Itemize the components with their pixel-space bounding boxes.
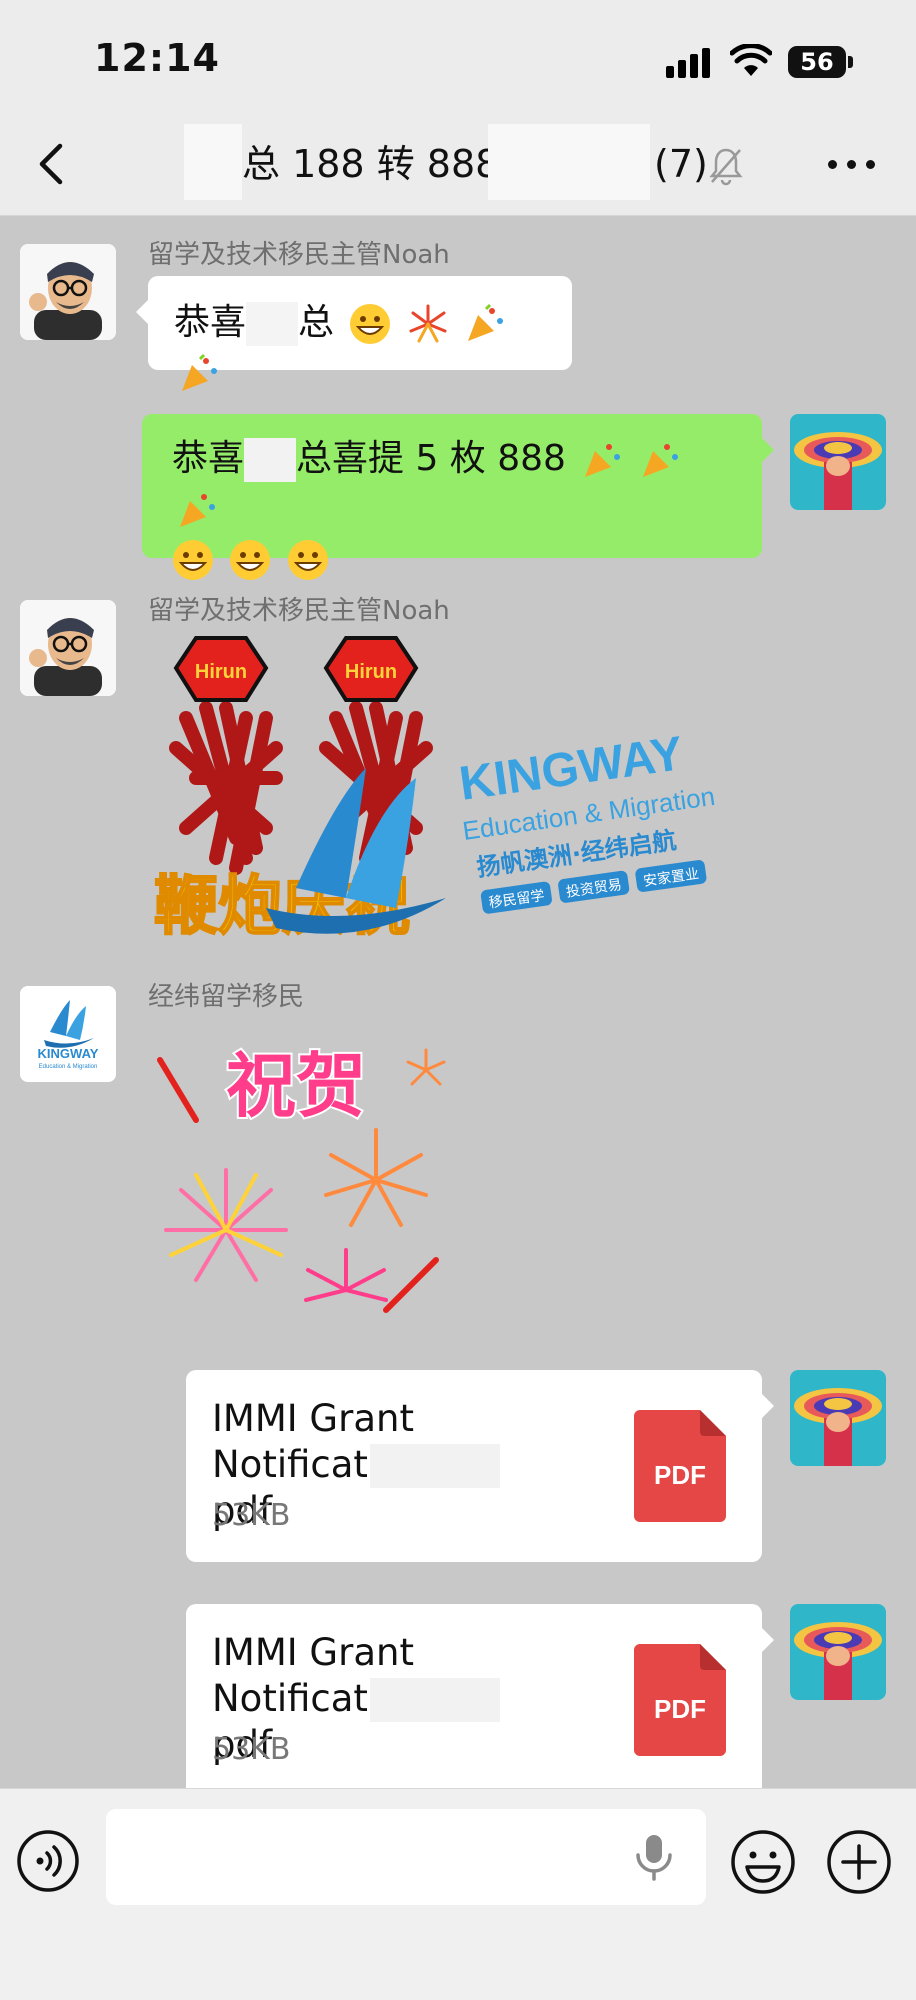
message-text: 总喜提 5 枚 888	[296, 438, 566, 479]
party-popper-emoji-icon	[182, 353, 217, 391]
input-bar	[0, 1788, 916, 2000]
message-text: 恭喜	[172, 438, 245, 479]
add-attachment-button[interactable]	[826, 1829, 892, 1895]
chat-title[interactable]: 总 188 转 888	[242, 136, 499, 192]
sender-name: 经纬留学移民	[148, 982, 305, 1012]
grinning-emoji-icon	[350, 304, 391, 344]
message-text: 总	[298, 302, 335, 343]
filename-redaction	[370, 1678, 500, 1722]
bubble-tail	[762, 1628, 774, 1652]
name-redaction	[246, 302, 299, 346]
sticker-badge-text: Hirun	[345, 661, 397, 683]
battery-indicator: 56	[788, 46, 846, 78]
back-button[interactable]	[26, 136, 82, 192]
avatar-noah[interactable]	[20, 244, 116, 340]
pdf-label: PDF	[654, 1460, 706, 1490]
file-size: 53KB	[212, 1498, 291, 1533]
filename-redaction	[370, 1444, 500, 1488]
portrait-avatar-icon	[790, 1370, 886, 1466]
message-input[interactable]	[106, 1809, 706, 1905]
sender-name: 留学及技术移民主管Noah	[148, 596, 450, 626]
pdf-label: PDF	[654, 1694, 706, 1724]
avatar-noah[interactable]	[20, 600, 116, 696]
party-popper-emoji-icon	[180, 494, 215, 527]
party-popper-emoji-icon	[642, 444, 678, 477]
grinning-emoji-icon	[230, 540, 271, 580]
voice-mode-button[interactable]	[16, 1829, 80, 1893]
bubble-tail	[136, 300, 148, 324]
bubble-tail	[762, 438, 774, 462]
wifi-icon	[730, 44, 772, 76]
memoji-avatar-icon	[20, 244, 116, 340]
congratulations-sticker[interactable]: 祝贺	[146, 1030, 466, 1330]
file-name-line: IMMI Grant	[212, 1397, 414, 1440]
bubble-tail	[762, 1394, 774, 1418]
battery-cap	[848, 56, 853, 68]
title-redaction	[488, 124, 650, 200]
portrait-avatar-icon	[790, 414, 886, 510]
grinning-emoji-icon	[173, 540, 213, 580]
sender-name: 留学及技术移民主管Noah	[148, 240, 450, 270]
emoji-button[interactable]	[730, 1829, 796, 1895]
file-message[interactable]: IMMI Grant Notificati...pdf 53KB PDF	[186, 1604, 774, 1788]
status-time: 12:14	[94, 36, 220, 80]
file-message[interactable]: IMMI Grant Notificati...pdf 53KB PDF	[186, 1370, 774, 1562]
sticker-caption: 祝贺	[226, 1045, 366, 1127]
avatar-me[interactable]	[790, 414, 886, 510]
pdf-file-icon: PDF	[634, 1410, 726, 1522]
kingway-logo-subtext: Education & Migration	[39, 1064, 98, 1070]
party-popper-emoji-icon	[468, 303, 504, 341]
grinning-emoji-icon	[287, 540, 328, 580]
chat-header: 总 188 转 888 (7)	[0, 112, 916, 216]
fireworks-emoji-icon	[409, 304, 447, 343]
kingway-logo-icon: KINGWAY Education & Migration	[20, 986, 116, 1082]
message-bubble-sent[interactable]: 恭喜 总喜提 5 枚 888	[142, 414, 774, 580]
sticker-badge-text: Hirun	[195, 661, 247, 683]
firecracker-sticker[interactable]: Hirun Hirun 鞭炮庆祝 KINGWAY Education & Mig…	[146, 628, 726, 948]
microphone-icon[interactable]	[632, 1833, 676, 1881]
pdf-file-icon: PDF	[634, 1644, 726, 1756]
memoji-avatar-icon	[20, 600, 116, 696]
message-text: 恭喜	[174, 302, 247, 343]
name-redaction	[244, 438, 297, 482]
avatar-me[interactable]	[790, 1370, 886, 1466]
member-count: (7)	[654, 142, 708, 186]
avatar-me[interactable]	[790, 1604, 886, 1700]
kingway-logo-text: KINGWAY	[38, 1046, 99, 1061]
party-popper-emoji-icon	[585, 444, 621, 477]
message-bubble[interactable]: 恭喜 总	[136, 276, 572, 391]
title-redaction	[184, 124, 242, 200]
avatar-kingway[interactable]: KINGWAY Education & Migration	[20, 986, 116, 1082]
mute-bell-icon	[709, 148, 743, 186]
file-size: 53KB	[212, 1732, 291, 1767]
file-name-line: IMMI Grant	[212, 1631, 414, 1674]
more-options-button[interactable]	[826, 152, 878, 176]
status-bar: 12:14 56	[0, 0, 916, 112]
cellular-signal-icon	[666, 48, 712, 78]
portrait-avatar-icon	[790, 1604, 886, 1700]
